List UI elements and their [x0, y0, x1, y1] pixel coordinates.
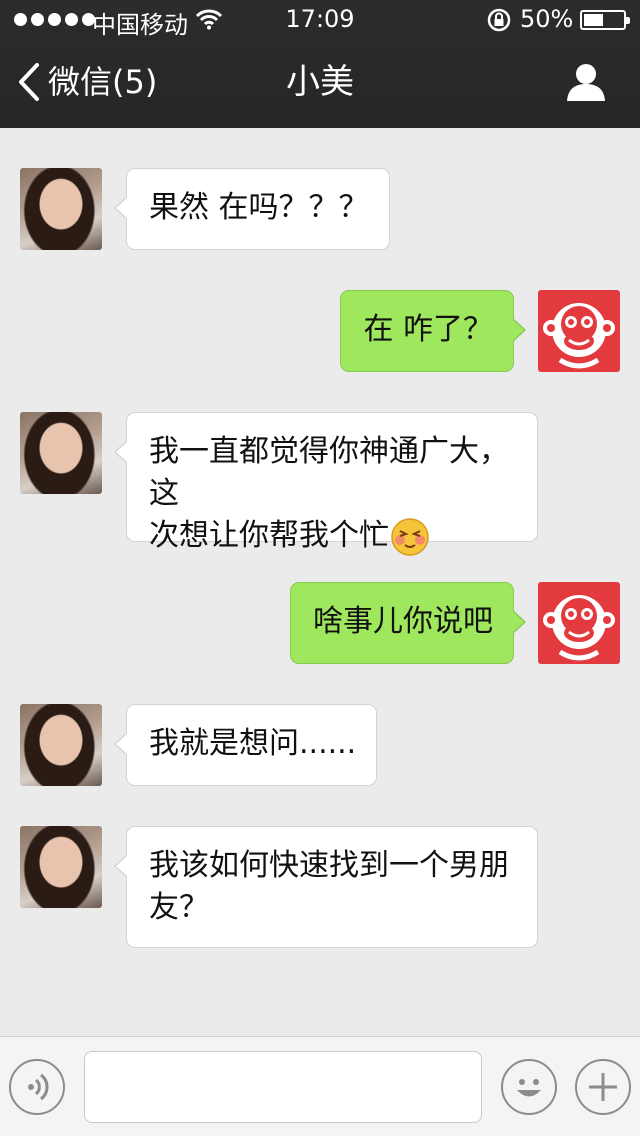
- message-incoming: 我该如何快速找到一个男朋 友？: [0, 826, 640, 948]
- message-bubble[interactable]: 我就是想问......: [114, 704, 378, 786]
- message-bubble[interactable]: 啥事儿你说吧: [290, 582, 526, 664]
- voice-button[interactable]: [9, 1059, 65, 1115]
- message-text-line: 友？: [149, 890, 209, 925]
- message-text: 在 咋了？: [363, 312, 493, 347]
- message-outgoing: 在 咋了？: [0, 290, 640, 372]
- contact-avatar[interactable]: [20, 412, 102, 494]
- chat-title: 小美: [286, 62, 354, 102]
- message-bubble[interactable]: 我该如何快速找到一个男朋 友？: [114, 826, 538, 948]
- message-input[interactable]: [84, 1051, 482, 1123]
- message-incoming: 我一直都觉得你神通广大，这 次想让你帮我个忙: [0, 412, 640, 556]
- contact-avatar[interactable]: [20, 704, 102, 786]
- battery-icon: [580, 10, 630, 30]
- my-avatar[interactable]: [538, 582, 620, 664]
- message-text: 果然 在吗？？？: [149, 190, 369, 225]
- contact-profile-icon[interactable]: [566, 62, 606, 106]
- navigation-bar: 微信(5) 小美: [0, 40, 640, 128]
- message-text-line: 我该如何快速找到一个男朋: [149, 848, 509, 883]
- my-avatar[interactable]: [538, 290, 620, 372]
- message-text: 次想让你帮我个忙: [149, 518, 389, 553]
- message-text: 我就是想问......: [149, 726, 357, 761]
- emoji-button[interactable]: [501, 1059, 557, 1115]
- message-outgoing: 啥事儿你说吧: [0, 582, 640, 664]
- message-incoming: 我就是想问......: [0, 704, 640, 786]
- message-bubble[interactable]: 在 咋了？: [340, 290, 526, 372]
- contact-avatar[interactable]: [20, 826, 102, 908]
- emoji-icon: [517, 1079, 541, 1097]
- chat-screen: 中国移动 17:09 50% 微信(5) 小美 果然 在吗？？？ 在 咋了？ 我…: [0, 0, 640, 1136]
- rotation-lock-icon: [486, 8, 512, 38]
- top-bar: 中国移动 17:09 50% 微信(5) 小美: [0, 0, 640, 128]
- message-bubble[interactable]: 果然 在吗？？？: [114, 168, 390, 250]
- message-bubble[interactable]: 我一直都觉得你神通广大，这 次想让你帮我个忙: [114, 412, 538, 556]
- message-text-line: 次想让你帮我个忙: [149, 515, 517, 557]
- blushing-face-emoji: [391, 517, 429, 556]
- plus-icon: [589, 1073, 617, 1101]
- message-text: 啥事儿你说吧: [313, 604, 493, 639]
- message-incoming: 果然 在吗？？？: [0, 168, 640, 250]
- status-bar: 中国移动 17:09 50%: [0, 0, 640, 40]
- input-bar: [0, 1036, 640, 1136]
- message-text-line: 我一直都觉得你神通广大，这: [149, 434, 509, 511]
- contact-avatar[interactable]: [20, 168, 102, 250]
- more-button[interactable]: [575, 1059, 631, 1115]
- message-list[interactable]: 果然 在吗？？？ 在 咋了？ 我一直都觉得你神通广大，这 次想让你帮我个忙 啥事…: [0, 128, 640, 1036]
- battery-percent: 50%: [520, 5, 574, 33]
- voice-icon: [28, 1073, 49, 1101]
